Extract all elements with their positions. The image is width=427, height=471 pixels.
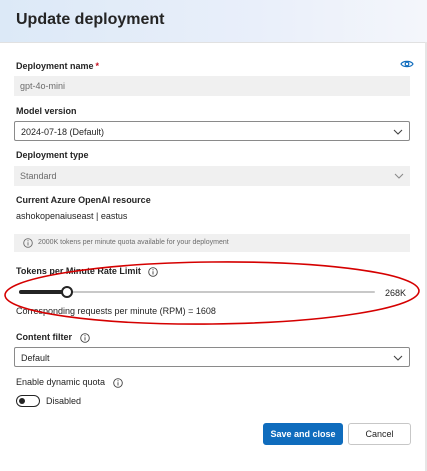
quota-info-bar: 2000K tokens per minute quota available …	[14, 234, 410, 252]
dynamic-quota-label: Enable dynamic quota	[16, 377, 123, 388]
content-filter-label: Content filter	[16, 332, 90, 343]
dynamic-quota-label-text: Enable dynamic quota	[16, 377, 106, 387]
model-version-label: Model version	[16, 106, 77, 116]
eye-icon[interactable]	[400, 59, 414, 69]
deployment-type-select[interactable]: Standard	[14, 166, 410, 186]
toggle-knob	[19, 398, 25, 404]
save-and-close-button[interactable]: Save and close	[263, 423, 343, 445]
tpm-slider[interactable]	[19, 286, 375, 298]
required-mark: *	[95, 61, 100, 71]
info-icon	[23, 238, 33, 248]
rpm-text: Corresponding requests per minute (RPM) …	[16, 306, 216, 316]
info-icon[interactable]	[112, 377, 123, 388]
slider-fill	[19, 290, 67, 294]
deployment-type-value: Standard	[20, 171, 57, 181]
chevron-down-icon	[393, 122, 403, 142]
cancel-button[interactable]: Cancel	[348, 423, 411, 445]
slider-thumb[interactable]	[61, 286, 73, 298]
tpm-label-text: Tokens per Minute Rate Limit	[16, 266, 141, 276]
dialog-title: Update deployment	[16, 11, 165, 28]
tpm-max-value: 268K	[385, 288, 407, 298]
info-icon[interactable]	[148, 266, 159, 277]
deployment-name-input[interactable]: gpt-4o-mini	[14, 76, 410, 96]
deployment-name-label-text: Deployment name	[16, 61, 94, 71]
deployment-type-label: Deployment type	[16, 150, 89, 160]
quota-info-text: 2000K tokens per minute quota available …	[38, 239, 229, 246]
deployment-name-label: Deployment name *	[16, 61, 99, 71]
content-filter-label-text: Content filter	[16, 332, 72, 342]
dialog-header: Update deployment	[0, 0, 427, 43]
content-filter-value: Default	[21, 353, 50, 363]
info-icon[interactable]	[79, 332, 90, 343]
chevron-down-icon	[393, 348, 403, 368]
dynamic-quota-state: Disabled	[46, 396, 82, 406]
chevron-down-icon	[394, 166, 404, 186]
tpm-label: Tokens per Minute Rate Limit	[16, 266, 159, 277]
dynamic-quota-toggle[interactable]	[16, 395, 40, 407]
content-filter-select[interactable]: Default	[14, 347, 410, 367]
model-version-value: 2024-07-18 (Default)	[21, 127, 105, 137]
resource-value: ashokopenaiuseast | eastus	[16, 211, 128, 221]
model-version-select[interactable]: 2024-07-18 (Default)	[14, 121, 410, 141]
resource-label: Current Azure OpenAI resource	[16, 195, 151, 205]
